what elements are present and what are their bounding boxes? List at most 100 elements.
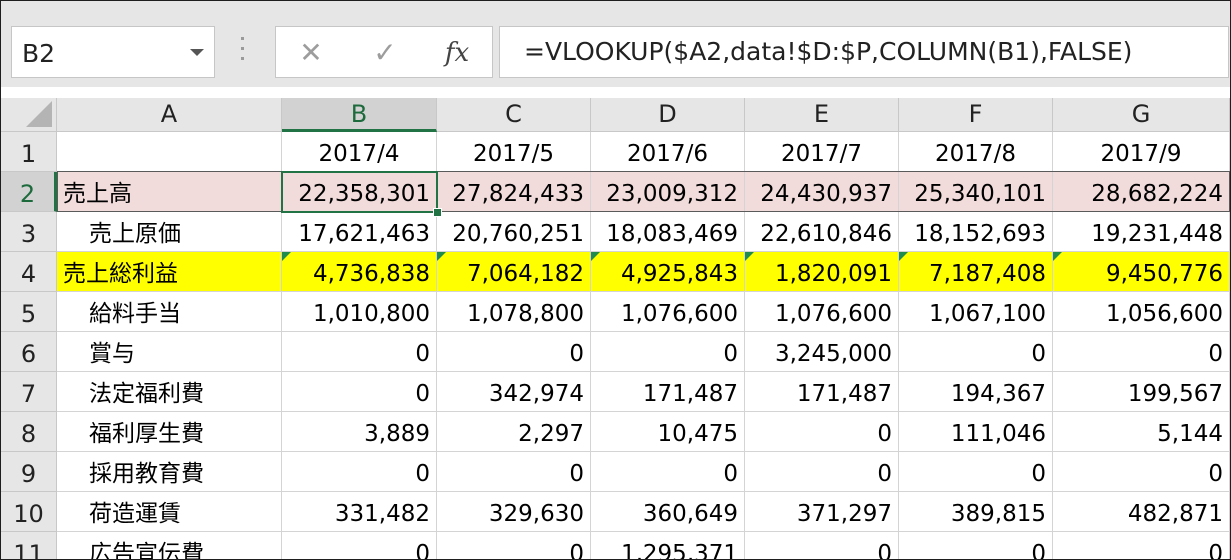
table-cell[interactable]: 0 [282,372,437,412]
table-cell[interactable]: 0 [282,332,437,372]
table-cell[interactable]: 28,682,224 [1053,172,1230,212]
table-cell[interactable]: 9,450,776 [1053,252,1230,292]
table-cell[interactable]: 342,974 [437,372,591,412]
cell-a1[interactable] [57,132,282,172]
table-cell[interactable]: 0 [282,452,437,492]
row-header-8[interactable]: 8 [1,412,57,452]
select-all-button[interactable] [1,98,57,132]
formula-input[interactable]: =VLOOKUP($A2,data!$D:$P,COLUMN(B1),FALSE… [499,26,1229,78]
column-header-g[interactable]: G [1053,98,1230,132]
table-cell[interactable]: 7,064,182 [437,252,591,292]
column-header-a[interactable]: A [57,98,282,132]
table-cell[interactable]: 371,297 [745,492,899,532]
fill-handle[interactable] [433,208,442,217]
table-cell[interactable]: 3,245,000 [745,332,899,372]
table-cell[interactable]: 1,056,600 [1053,292,1230,332]
table-cell[interactable]: 4,736,838 [282,252,437,292]
column-header-d[interactable]: D [591,98,745,132]
table-cell[interactable]: 0 [1053,332,1230,372]
table-cell[interactable]: 2,297 [437,412,591,452]
table-cell[interactable]: 0 [899,532,1053,559]
table-cell[interactable]: 3,889 [282,412,437,452]
table-cell[interactable]: 18,152,693 [899,212,1053,252]
column-header-e[interactable]: E [745,98,899,132]
table-cell[interactable]: 0 [745,532,899,559]
table-cell[interactable]: 0 [437,332,591,372]
row-label[interactable]: 売上原価 [57,212,282,252]
insert-function-icon[interactable]: fx [432,33,482,73]
table-cell[interactable]: 0 [899,332,1053,372]
table-cell[interactable]: 0 [282,532,437,559]
table-cell[interactable]: 0 [591,332,745,372]
table-cell[interactable]: 360,649 [591,492,745,532]
table-cell[interactable]: 22,358,301 [282,172,437,212]
table-cell[interactable]: 20,760,251 [437,212,591,252]
row-header-6[interactable]: 6 [1,332,57,372]
table-cell[interactable]: 171,487 [591,372,745,412]
cell-month[interactable]: 2017/6 [591,132,745,172]
table-cell[interactable]: 22,610,846 [745,212,899,252]
column-header-f[interactable]: F [899,98,1053,132]
table-cell[interactable]: 18,083,469 [591,212,745,252]
row-label[interactable]: 売上高 [57,172,282,212]
table-cell[interactable]: 1,078,800 [437,292,591,332]
column-header-b[interactable]: B [282,98,437,132]
table-cell[interactable]: 19,231,448 [1053,212,1230,252]
cell-month[interactable]: 2017/5 [437,132,591,172]
cancel-icon[interactable]: ✕ [286,33,336,73]
cell-month[interactable]: 2017/4 [282,132,437,172]
table-cell[interactable]: 111,046 [899,412,1053,452]
drag-handle-icon[interactable] [241,37,245,65]
table-cell[interactable]: 0 [745,452,899,492]
table-cell[interactable]: 199,567 [1053,372,1230,412]
row-header-1[interactable]: 1 [1,132,57,172]
table-cell[interactable]: 0 [437,452,591,492]
row-label[interactable]: 賞与 [57,332,282,372]
table-cell[interactable]: 1,076,600 [591,292,745,332]
table-cell[interactable]: 0 [899,452,1053,492]
table-cell[interactable]: 389,815 [899,492,1053,532]
table-cell[interactable]: 194,367 [899,372,1053,412]
table-cell[interactable]: 24,430,937 [745,172,899,212]
table-cell[interactable]: 329,630 [437,492,591,532]
chevron-down-icon[interactable] [190,49,204,56]
row-header-2[interactable]: 2 [1,172,57,212]
row-label[interactable]: 給料手当 [57,292,282,332]
table-cell[interactable]: 1,010,800 [282,292,437,332]
table-cell[interactable]: 1,295,371 [591,532,745,559]
table-cell[interactable]: 1,067,100 [899,292,1053,332]
row-label[interactable]: 採用教育費 [57,452,282,492]
table-cell[interactable]: 10,475 [591,412,745,452]
row-header-11[interactable]: 11 [1,532,57,559]
row-header-10[interactable]: 10 [1,492,57,532]
table-cell[interactable]: 0 [437,532,591,559]
table-cell[interactable]: 0 [745,412,899,452]
cell-month[interactable]: 2017/7 [745,132,899,172]
table-cell[interactable]: 5,144 [1053,412,1230,452]
table-cell[interactable]: 7,187,408 [899,252,1053,292]
table-cell[interactable]: 482,871 [1053,492,1230,532]
enter-icon[interactable]: ✓ [360,33,410,73]
row-header-4[interactable]: 4 [1,252,57,292]
table-cell[interactable]: 0 [1053,452,1230,492]
table-cell[interactable]: 25,340,101 [899,172,1053,212]
column-header-c[interactable]: C [437,98,591,132]
table-cell[interactable]: 331,482 [282,492,437,532]
table-cell[interactable]: 0 [1053,532,1230,559]
row-label[interactable]: 広告宣伝費 [57,532,282,559]
table-cell[interactable]: 4,925,843 [591,252,745,292]
cell-month[interactable]: 2017/8 [899,132,1053,172]
table-cell[interactable]: 27,824,433 [437,172,591,212]
name-box[interactable]: B2 [11,26,215,78]
row-header-3[interactable]: 3 [1,212,57,252]
table-cell[interactable]: 0 [591,452,745,492]
table-cell[interactable]: 23,009,312 [591,172,745,212]
table-cell[interactable]: 17,621,463 [282,212,437,252]
row-label[interactable]: 荷造運賃 [57,492,282,532]
table-cell[interactable]: 171,487 [745,372,899,412]
row-label[interactable]: 法定福利費 [57,372,282,412]
row-header-7[interactable]: 7 [1,372,57,412]
row-header-9[interactable]: 9 [1,452,57,492]
table-cell[interactable]: 1,076,600 [745,292,899,332]
row-label[interactable]: 福利厚生費 [57,412,282,452]
